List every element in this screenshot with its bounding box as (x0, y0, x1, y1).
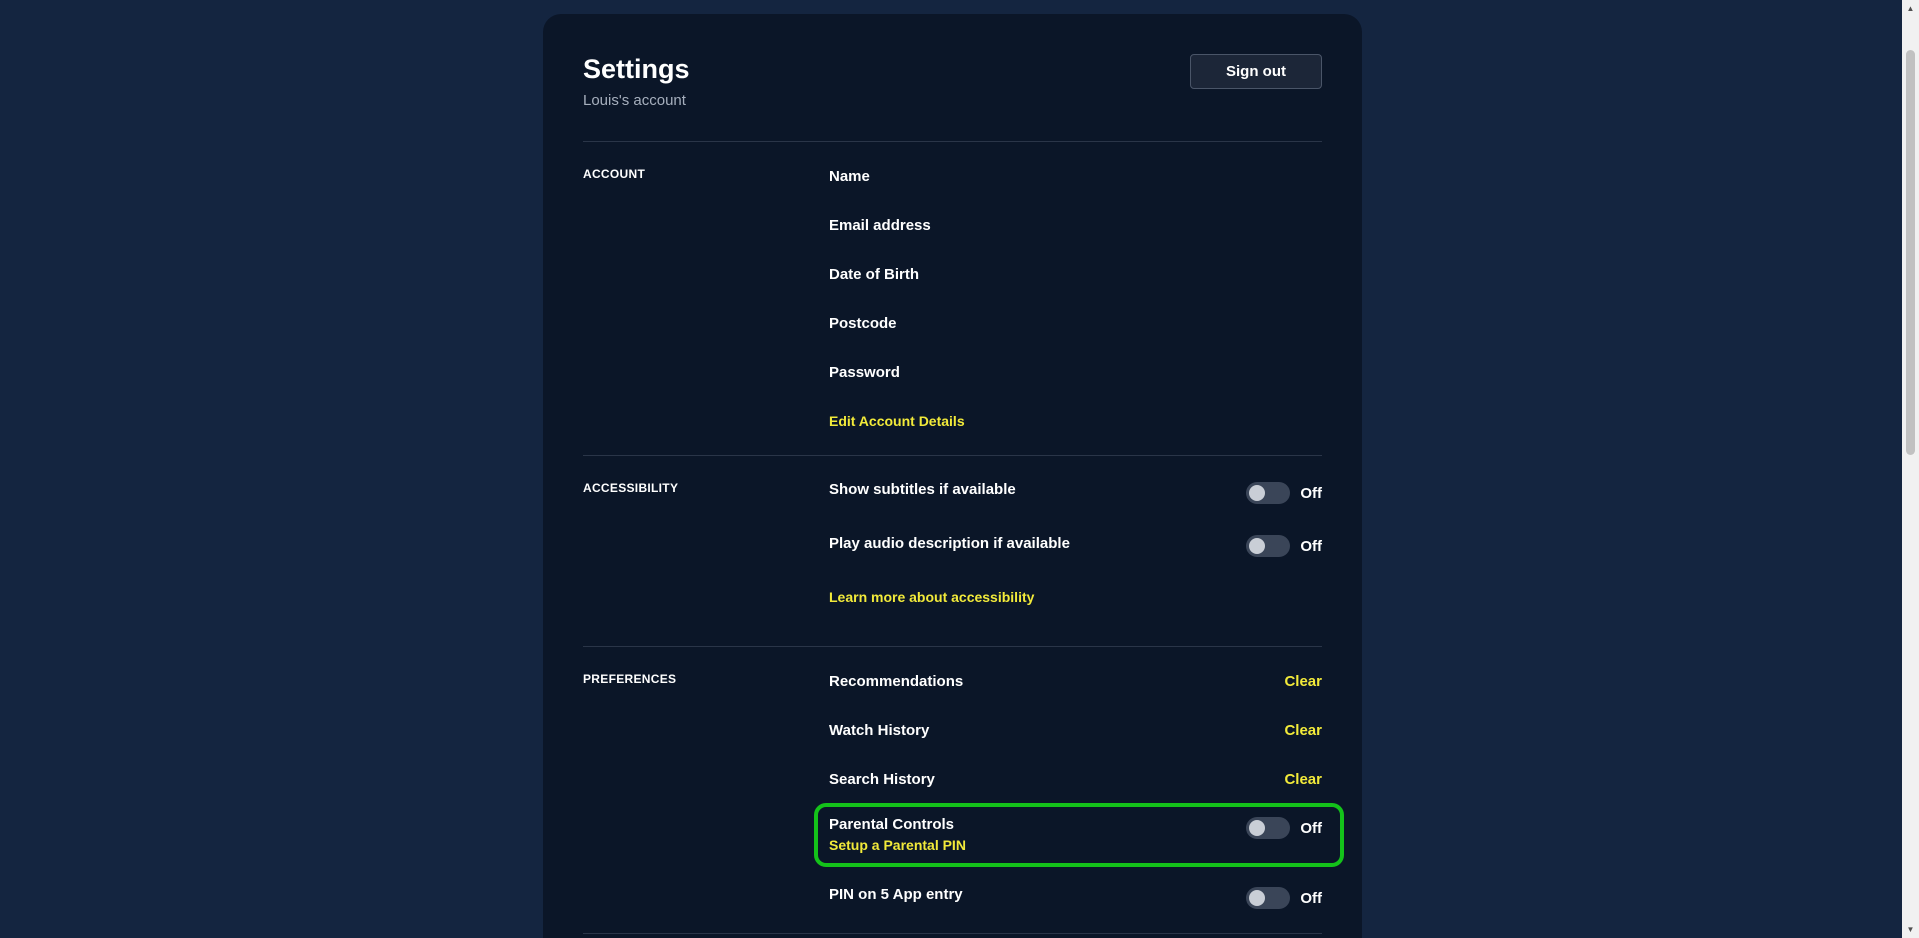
audio-description-toggle[interactable]: Off (1246, 534, 1322, 558)
toggle-switch (1246, 887, 1291, 909)
page-title: Settings (583, 54, 690, 84)
scroll-up-arrow-icon[interactable]: ▲ (1902, 0, 1919, 17)
divider (583, 455, 1322, 456)
page-viewport: Settings Louis's account Sign out ACCOUN… (0, 0, 1919, 938)
toggle-switch (1246, 535, 1291, 557)
account-row-email: Email address (829, 217, 931, 234)
toggle-knob (1249, 890, 1266, 906)
section-label-accessibility: ACCESSIBILITY (583, 481, 679, 495)
scrollbar-thumb[interactable] (1906, 50, 1915, 455)
toggle-switch (1246, 817, 1291, 839)
settings-card: Settings Louis's account Sign out ACCOUN… (543, 14, 1362, 938)
divider (583, 141, 1322, 142)
section-label-account: ACCOUNT (583, 167, 646, 181)
account-row-date-of-birth: Date of Birth (829, 266, 919, 283)
toggle-knob (1249, 820, 1266, 836)
account-row-name: Name (829, 168, 870, 185)
divider (583, 646, 1322, 647)
account-row-postcode: Postcode (829, 315, 897, 332)
clear-recommendations-link[interactable]: Clear (1284, 673, 1322, 690)
scroll-down-arrow-icon[interactable]: ▼ (1902, 921, 1919, 938)
parental-controls-toggle[interactable]: Off (1246, 816, 1322, 840)
learn-more-accessibility-link[interactable]: Learn more about accessibility (829, 589, 1034, 605)
edit-account-details-link[interactable]: Edit Account Details (829, 413, 965, 429)
account-owner-subtitle: Louis's account (583, 92, 686, 109)
divider (583, 933, 1322, 934)
sign-out-button[interactable]: Sign out (1190, 54, 1322, 89)
watch-history-label: Watch History (829, 722, 930, 739)
setup-parental-pin-link[interactable]: Setup a Parental PIN (829, 837, 966, 853)
recommendations-label: Recommendations (829, 673, 964, 690)
toggle-state: Off (1300, 537, 1322, 555)
toggle-state: Off (1300, 889, 1322, 907)
subtitles-toggle[interactable]: Off (1246, 481, 1322, 505)
audio-description-label: Play audio description if available (829, 535, 1070, 552)
toggle-knob (1249, 485, 1266, 501)
scrollbar[interactable]: ▲ ▼ (1902, 0, 1919, 938)
clear-watch-history-link[interactable]: Clear (1284, 722, 1322, 739)
pin-app-entry-toggle[interactable]: Off (1246, 886, 1322, 910)
toggle-knob (1249, 538, 1266, 554)
toggle-state: Off (1300, 819, 1322, 837)
toggle-state: Off (1300, 484, 1322, 502)
clear-search-history-link[interactable]: Clear (1284, 771, 1322, 788)
toggle-switch (1246, 482, 1291, 504)
account-row-password: Password (829, 364, 900, 381)
section-label-preferences: PREFERENCES (583, 672, 677, 686)
search-history-label: Search History (829, 771, 935, 788)
parental-controls-label: Parental Controls (829, 816, 955, 833)
pin-app-entry-label: PIN on 5 App entry (829, 886, 963, 903)
subtitles-label: Show subtitles if available (829, 481, 1016, 498)
